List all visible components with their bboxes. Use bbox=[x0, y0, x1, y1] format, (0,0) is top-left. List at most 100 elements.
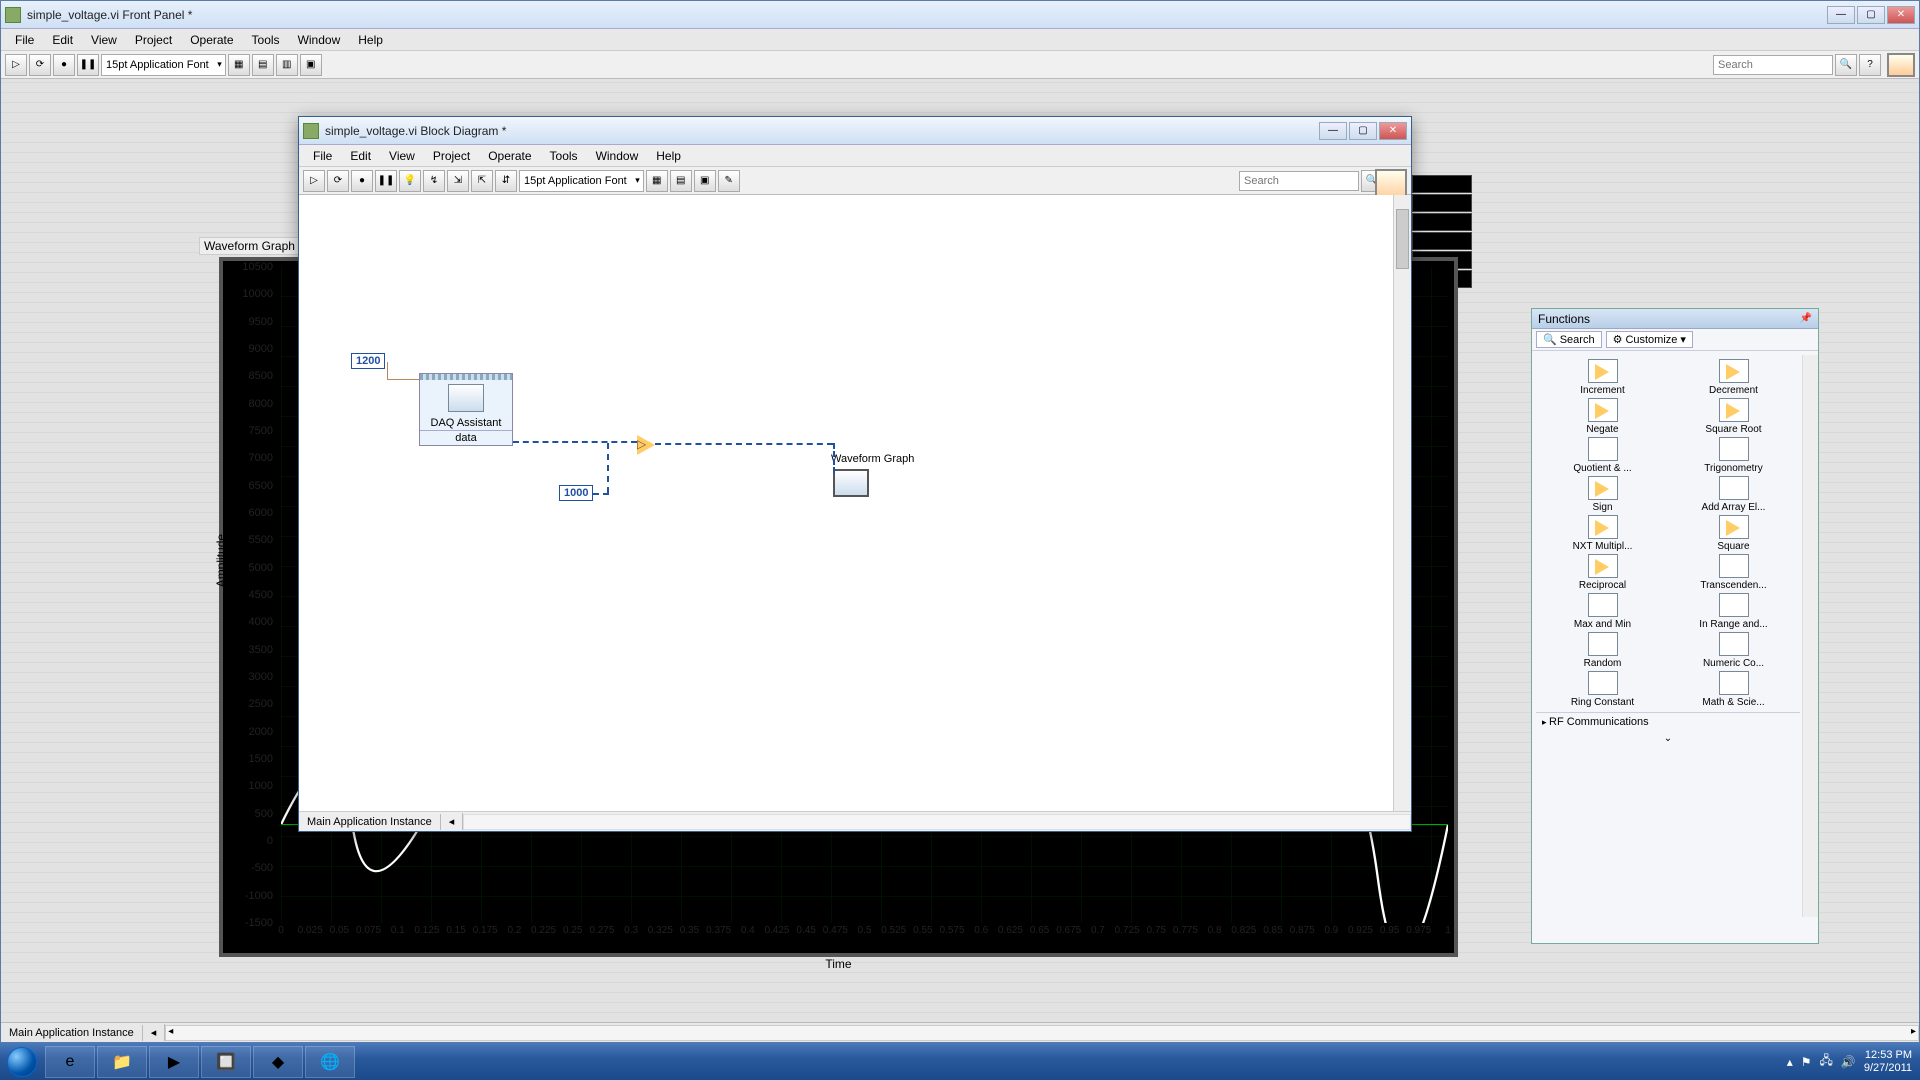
taskbar-labview[interactable]: ◆ bbox=[253, 1046, 303, 1078]
palette-search-button[interactable]: 🔍Search bbox=[1536, 331, 1602, 348]
menu-edit[interactable]: Edit bbox=[342, 147, 379, 165]
numeric-constant-1000[interactable]: 1000 bbox=[559, 485, 593, 501]
minimize-button[interactable]: — bbox=[1827, 6, 1855, 24]
menu-file[interactable]: File bbox=[305, 147, 340, 165]
search-input[interactable] bbox=[1713, 55, 1833, 75]
align-button[interactable]: ▦ bbox=[646, 170, 668, 192]
step-into-button[interactable]: ⇲ bbox=[447, 170, 469, 192]
palette-item[interactable]: Negate bbox=[1540, 398, 1665, 435]
step-out-button[interactable]: ⇵ bbox=[495, 170, 517, 192]
menu-help[interactable]: Help bbox=[350, 31, 391, 49]
palette-titlebar[interactable]: Functions 📌 bbox=[1532, 309, 1818, 329]
multiply-node[interactable] bbox=[637, 435, 655, 455]
menu-edit[interactable]: Edit bbox=[44, 31, 81, 49]
distribute-button[interactable]: ▤ bbox=[670, 170, 692, 192]
legend-row[interactable] bbox=[1412, 175, 1472, 193]
menu-project[interactable]: Project bbox=[127, 31, 180, 49]
tray-volume-icon[interactable]: 🔊 bbox=[1841, 1055, 1856, 1069]
palette-item[interactable]: Reciprocal bbox=[1540, 554, 1665, 591]
palette-item[interactable]: Quotient & ... bbox=[1540, 437, 1665, 474]
menu-tools[interactable]: Tools bbox=[542, 147, 586, 165]
palette-item[interactable]: Max and Min bbox=[1540, 593, 1665, 630]
font-combo[interactable]: 15pt Application Font bbox=[101, 54, 226, 76]
bd-titlebar[interactable]: simple_voltage.vi Block Diagram * — ▢ ✕ bbox=[299, 117, 1411, 145]
cleanup-button[interactable]: ✎ bbox=[718, 170, 740, 192]
daq-assistant-node[interactable]: DAQ Assistant data bbox=[419, 373, 513, 446]
legend-row[interactable] bbox=[1412, 194, 1472, 212]
tray-flag-icon[interactable]: ⚑ bbox=[1801, 1055, 1812, 1069]
run-button[interactable]: ▷ bbox=[5, 54, 27, 76]
search-go-button[interactable]: 🔍 bbox=[1835, 54, 1857, 76]
taskbar-app2[interactable]: 🌐 bbox=[305, 1046, 355, 1078]
main-titlebar[interactable]: simple_voltage.vi Front Panel * — ▢ ✕ bbox=[1, 1, 1919, 29]
help-button[interactable]: ? bbox=[1859, 54, 1881, 76]
status-tab[interactable]: Main Application Instance bbox=[1, 1025, 143, 1041]
h-scrollbar[interactable] bbox=[463, 814, 1411, 830]
run-cont-button[interactable]: ⟳ bbox=[327, 170, 349, 192]
menu-project[interactable]: Project bbox=[425, 147, 478, 165]
status-nav-left[interactable]: ◂ bbox=[441, 813, 464, 830]
highlight-button[interactable]: 💡 bbox=[399, 170, 421, 192]
menu-file[interactable]: File bbox=[7, 31, 42, 49]
align-button[interactable]: ▦ bbox=[228, 54, 250, 76]
legend-row[interactable] bbox=[1412, 232, 1472, 250]
palette-customize-button[interactable]: ⚙Customize▾ bbox=[1606, 331, 1693, 348]
pause-button[interactable]: ❚❚ bbox=[375, 170, 397, 192]
menu-view[interactable]: View bbox=[83, 31, 125, 49]
search-input[interactable] bbox=[1239, 171, 1359, 191]
menu-operate[interactable]: Operate bbox=[182, 31, 241, 49]
taskbar-app1[interactable]: 🔲 bbox=[201, 1046, 251, 1078]
menu-tools[interactable]: Tools bbox=[244, 31, 288, 49]
reorder-button[interactable]: ▣ bbox=[694, 170, 716, 192]
h-scrollbar[interactable] bbox=[165, 1025, 1919, 1041]
taskbar-explorer[interactable]: 📁 bbox=[97, 1046, 147, 1078]
menu-window[interactable]: Window bbox=[290, 31, 349, 49]
palette-item[interactable]: Ring Constant bbox=[1540, 671, 1665, 708]
menu-operate[interactable]: Operate bbox=[480, 147, 539, 165]
palette-item[interactable]: In Range and... bbox=[1671, 593, 1796, 630]
daq-data-terminal[interactable]: data bbox=[420, 430, 512, 445]
palette-item[interactable]: Increment bbox=[1540, 359, 1665, 396]
palette-item[interactable]: Numeric Co... bbox=[1671, 632, 1796, 669]
taskbar-ie[interactable]: e bbox=[45, 1046, 95, 1078]
status-nav-left[interactable]: ◂ bbox=[143, 1024, 166, 1041]
status-tab[interactable]: Main Application Instance bbox=[299, 814, 441, 830]
palette-item[interactable]: Sign bbox=[1540, 476, 1665, 513]
palette-item[interactable]: Decrement bbox=[1671, 359, 1796, 396]
palette-item[interactable]: Transcenden... bbox=[1671, 554, 1796, 591]
palette-item[interactable]: Square Root bbox=[1671, 398, 1796, 435]
close-button[interactable]: ✕ bbox=[1379, 122, 1407, 140]
palette-item[interactable]: Square bbox=[1671, 515, 1796, 552]
pause-button[interactable]: ❚❚ bbox=[77, 54, 99, 76]
abort-button[interactable]: ● bbox=[351, 170, 373, 192]
block-diagram-canvas[interactable]: 1200 1000 DAQ Assistant data Waveform Gr… bbox=[299, 195, 1393, 811]
retain-wire-button[interactable]: ↯ bbox=[423, 170, 445, 192]
maximize-button[interactable]: ▢ bbox=[1857, 6, 1885, 24]
pin-icon[interactable]: 📌 bbox=[1800, 313, 1812, 324]
clock[interactable]: 12:53 PM 9/27/2011 bbox=[1864, 1049, 1912, 1075]
palette-item[interactable]: Math & Scie... bbox=[1671, 671, 1796, 708]
tray-network-icon[interactable]: 🖧 bbox=[1820, 1051, 1833, 1072]
waveform-graph-terminal[interactable] bbox=[833, 469, 869, 497]
tray-up-icon[interactable]: ▴ bbox=[1787, 1055, 1793, 1069]
legend-row[interactable] bbox=[1412, 213, 1472, 231]
palette-more[interactable]: ⌄ bbox=[1536, 731, 1800, 746]
maximize-button[interactable]: ▢ bbox=[1349, 122, 1377, 140]
abort-button[interactable]: ● bbox=[53, 54, 75, 76]
palette-item[interactable]: Random bbox=[1540, 632, 1665, 669]
resize-button[interactable]: ▥ bbox=[276, 54, 298, 76]
start-button[interactable] bbox=[0, 1043, 44, 1080]
vi-icon[interactable] bbox=[1887, 53, 1915, 77]
v-scrollbar[interactable] bbox=[1393, 195, 1411, 811]
palette-item[interactable]: NXT Multipl... bbox=[1540, 515, 1665, 552]
font-combo[interactable]: 15pt Application Font bbox=[519, 170, 644, 192]
menu-help[interactable]: Help bbox=[648, 147, 689, 165]
taskbar-media[interactable]: ▶ bbox=[149, 1046, 199, 1078]
v-scrollbar[interactable] bbox=[1802, 355, 1818, 917]
menu-window[interactable]: Window bbox=[588, 147, 647, 165]
menu-view[interactable]: View bbox=[381, 147, 423, 165]
distribute-button[interactable]: ▤ bbox=[252, 54, 274, 76]
run-button[interactable]: ▷ bbox=[303, 170, 325, 192]
palette-item[interactable]: Add Array El... bbox=[1671, 476, 1796, 513]
palette-item[interactable]: Trigonometry bbox=[1671, 437, 1796, 474]
